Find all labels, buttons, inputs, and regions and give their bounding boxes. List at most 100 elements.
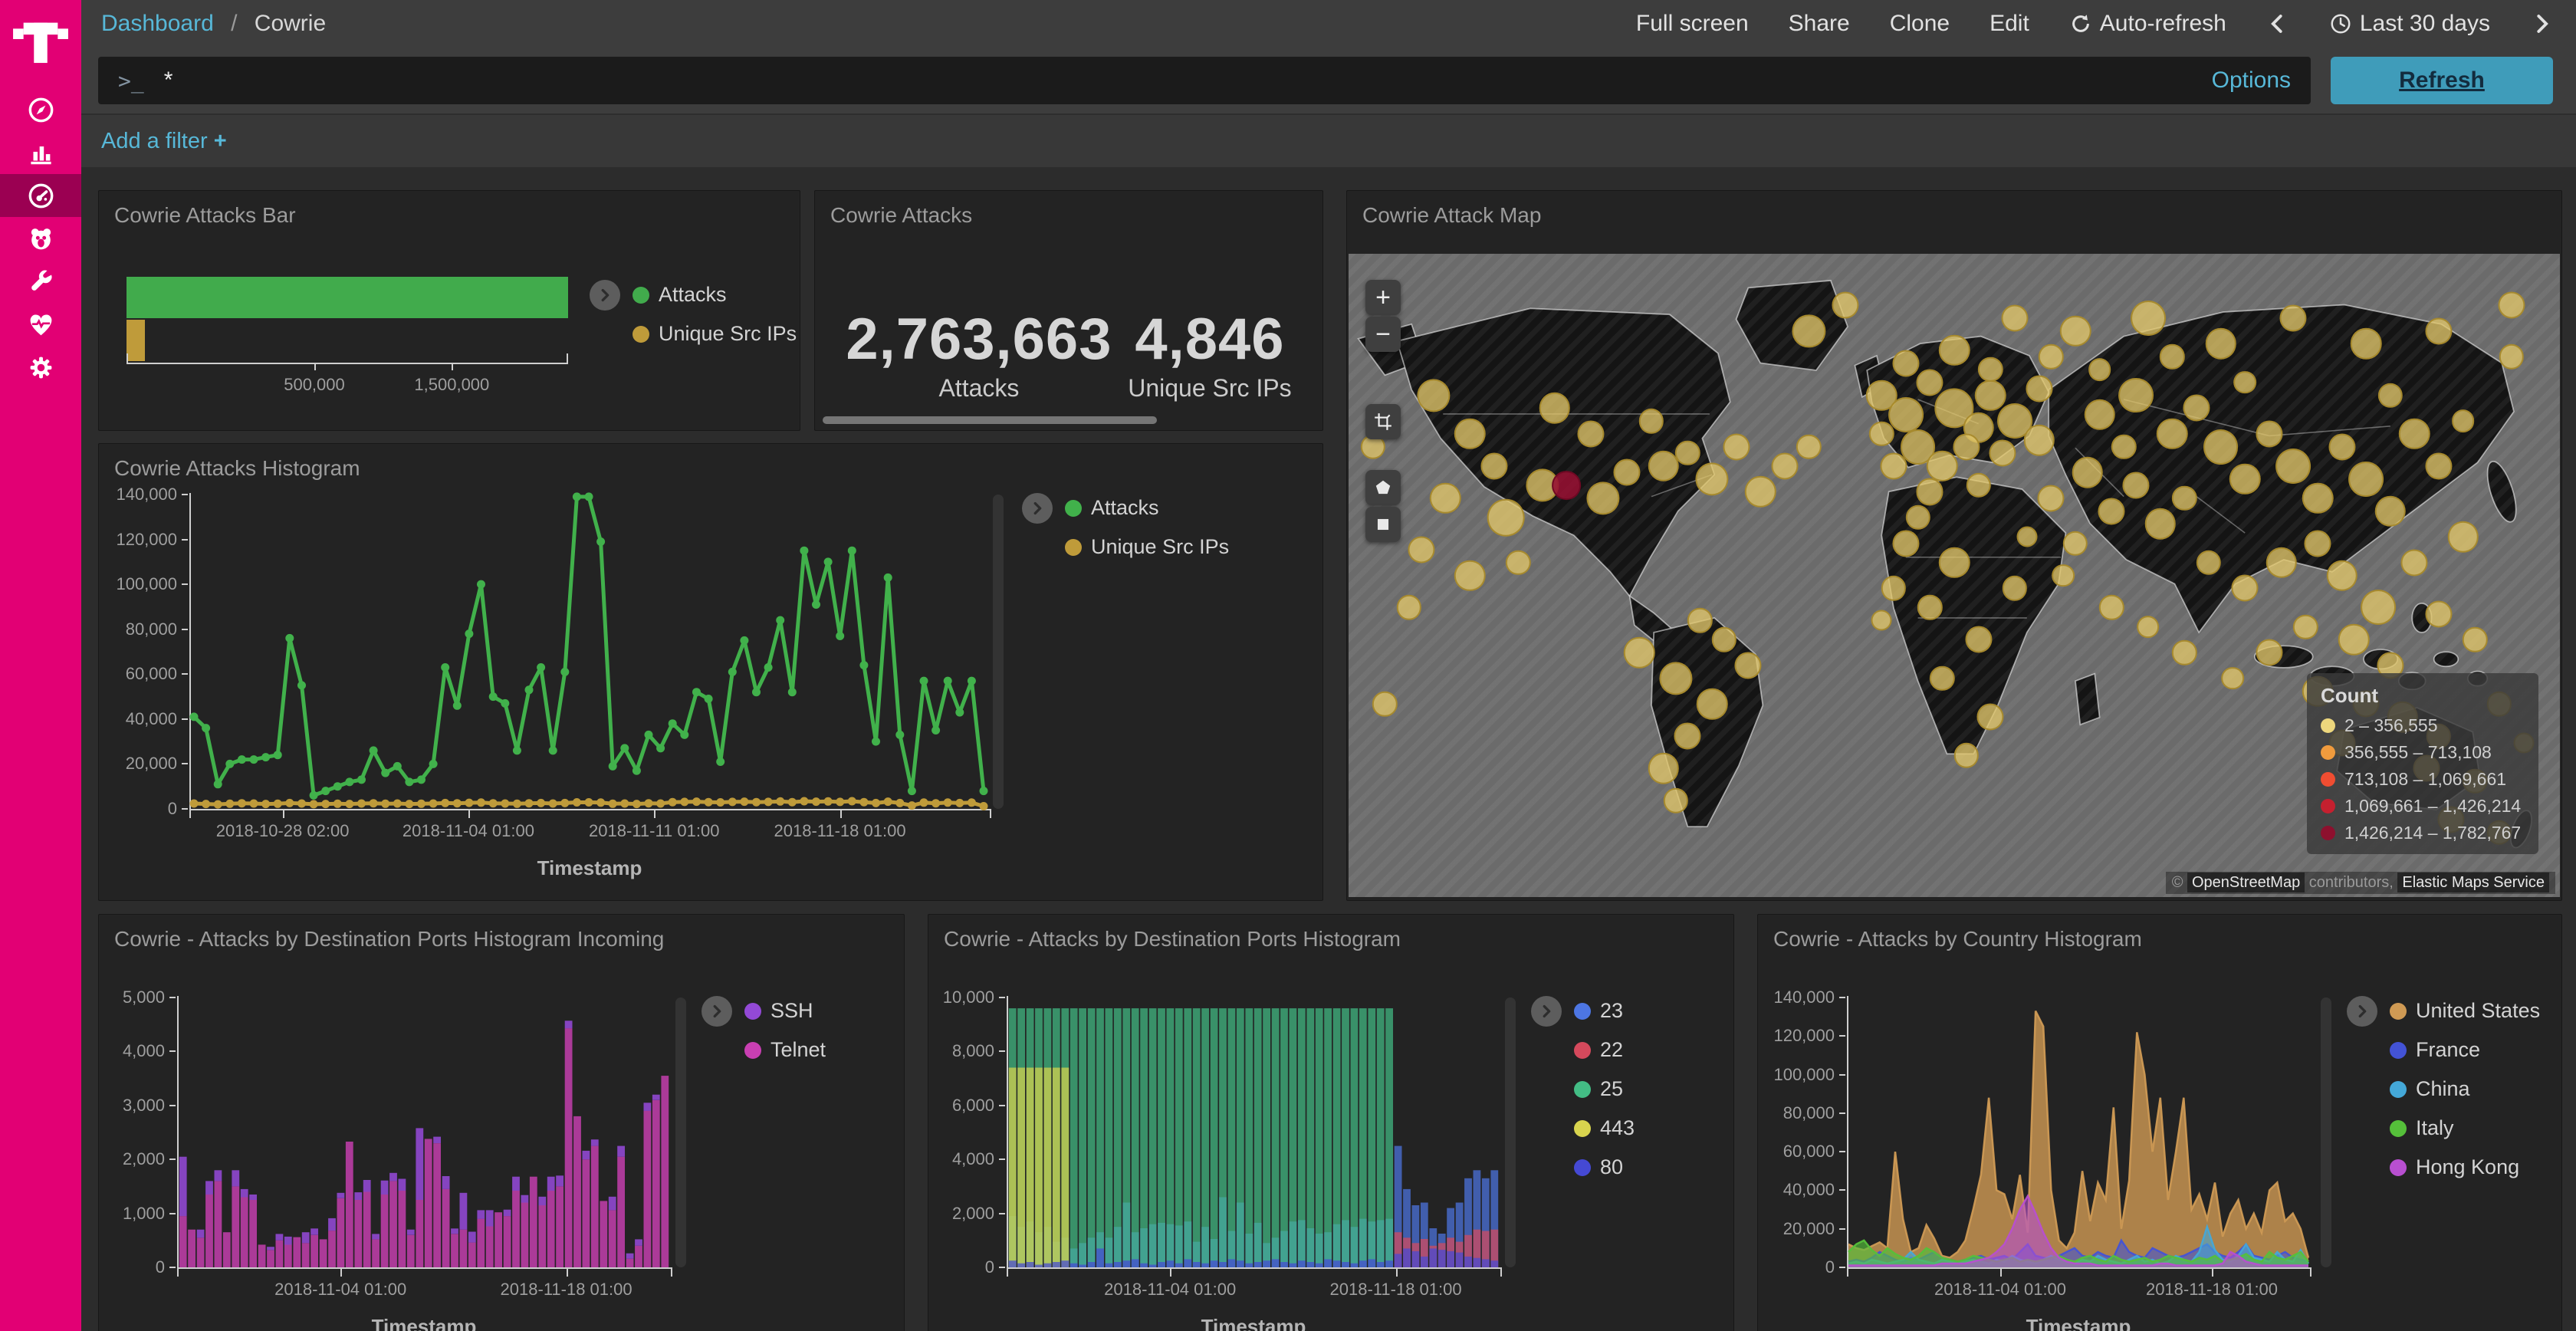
y-axis-tick [1839,1112,1845,1114]
y-axis-tick-label: 0 [928,1257,994,1278]
legend-toggle-button[interactable] [1022,493,1053,524]
sidebar-item-monitoring[interactable] [0,303,81,346]
chart-scrollbar[interactable] [2321,997,2331,1267]
add-filter-link[interactable]: Add a filter + [101,129,227,154]
polygon-tool-button[interactable] [1365,470,1401,505]
sidebar-item-discover[interactable] [0,88,81,131]
ems-attribution-link[interactable]: Elastic Maps Service [2397,873,2549,892]
x-axis-title: Timestamp [2002,1315,2155,1331]
attack-bubble [1888,397,1924,432]
attack-bubble [2063,531,2088,555]
y-axis-tick [999,1213,1005,1214]
legend-item[interactable]: Telnet [744,1038,826,1062]
x-axis-tick-label: 2018-11-04 01:00 [241,1280,440,1300]
legend-item[interactable]: Unique Src IPs [632,322,797,346]
gear-icon [27,353,55,382]
clone-button[interactable]: Clone [1890,11,1950,37]
refresh-button[interactable]: Refresh [2331,57,2553,104]
x-axis-tick-label: 2018-11-11 01:00 [554,821,754,841]
attack-bubble [1953,433,1980,460]
legend-item[interactable]: Attacks [632,283,797,307]
world-map[interactable]: + − [1349,254,2560,897]
plus-icon: + [214,129,227,153]
edit-button[interactable]: Edit [1990,11,2029,37]
panel-title[interactable]: Cowrie Attacks [815,191,1322,228]
legend-item[interactable]: 80 [1574,1155,1635,1179]
legend-item[interactable]: China [2390,1077,2540,1101]
legend-item[interactable]: 443 [1574,1116,1635,1140]
legend-dot [2321,826,2335,840]
legend-item[interactable]: Italy [2390,1116,2540,1140]
sidebar-item-management[interactable] [0,346,81,389]
legend-item[interactable]: Hong Kong [2390,1155,2540,1179]
attack-bubble [1954,743,1979,767]
auto-refresh-button[interactable]: Auto-refresh [2069,11,2226,37]
y-axis-tick-label: 100,000 [99,573,177,595]
chart-scrollbar[interactable] [993,495,1004,809]
y-axis-tick-label: 120,000 [99,529,177,550]
attack-bubble [2304,530,2331,557]
legend-item[interactable]: 22 [1574,1038,1635,1062]
legend-item[interactable]: Unique Src IPs [1065,535,1229,559]
legend-item[interactable]: France [2390,1038,2540,1062]
attack-bubble [1771,452,1798,479]
attack-bubble [2425,600,2452,627]
legend-toggle-button[interactable] [702,996,732,1027]
x-axis-tick-label: 2018-10-28 02:00 [183,821,383,841]
time-back-button[interactable] [2266,12,2289,35]
legend-item[interactable]: 25 [1574,1077,1635,1101]
sidebar-item-hatching[interactable] [0,217,81,260]
attack-bubble [1832,292,1858,319]
legend-label: Italy [2416,1116,2454,1140]
attack-bubble [2499,344,2524,369]
legend-range-label: 713,108 – 1,069,661 [2344,769,2506,790]
crop-tool-button[interactable] [1365,404,1401,439]
legend-item[interactable]: United States [2390,999,2540,1023]
breadcrumb-dashboard-link[interactable]: Dashboard [101,11,214,36]
attack-bubble [2023,425,2055,456]
panel-title[interactable]: Cowrie Attack Map [1347,191,2561,228]
query-options-link[interactable]: Options [2212,67,2291,94]
wrench-icon [27,268,55,296]
legend-toggle-button[interactable] [590,280,620,311]
legend-label: Unique Src IPs [1091,535,1229,559]
y-axis-tick [182,763,188,764]
y-axis-tick [169,1105,176,1106]
full-screen-button[interactable]: Full screen [1636,11,1749,37]
sidebar-item-dashboard[interactable] [0,174,81,217]
attack-bubble [1881,576,1906,600]
legend-label: United States [2416,999,2540,1023]
y-axis-tick-label: 5,000 [99,987,165,1008]
chart-scrollbar[interactable] [675,997,686,1267]
y-axis-tick [1839,1074,1845,1076]
zoom-out-button[interactable]: − [1365,317,1401,352]
breadcrumb: Dashboard / Cowrie [101,11,326,37]
rectangle-tool-button[interactable] [1365,507,1401,542]
attack-bubble [2099,595,2124,619]
attack-bubble [2256,639,2282,666]
chart-scrollbar[interactable] [1505,997,1516,1267]
attack-bubble [2157,419,2188,450]
legend-item[interactable]: Attacks [1065,496,1229,520]
share-button[interactable]: Share [1789,11,1850,37]
horizontal-scrollbar[interactable] [823,416,1157,424]
sidebar-item-dev-tools[interactable] [0,260,81,303]
ports-incoming-chart: 01,0002,0003,0004,0005,0002018-11-04 01:… [99,915,904,1331]
osm-attribution-link[interactable]: OpenStreetMap [2187,873,2305,892]
x-axis-line [127,363,568,364]
zoom-in-button[interactable]: + [1365,280,1401,315]
search-input[interactable]: >_ * Options [98,57,2311,104]
legend-item[interactable]: 23 [1574,999,1635,1023]
x-axis-endcap [189,809,191,818]
attack-bubble [2001,304,2028,331]
legend-item[interactable]: SSH [744,999,826,1023]
t-mobile-logo-icon[interactable] [10,12,71,68]
y-axis-tick [169,1050,176,1052]
legend-dot [1574,1120,1591,1137]
sidebar-item-visualize[interactable] [0,131,81,174]
x-axis-tick [468,809,470,818]
legend-toggle-button[interactable] [1531,996,1562,1027]
time-forward-button[interactable] [2530,12,2553,35]
time-range-picker[interactable]: Last 30 days [2329,11,2490,37]
legend-toggle-button[interactable] [2347,996,2377,1027]
